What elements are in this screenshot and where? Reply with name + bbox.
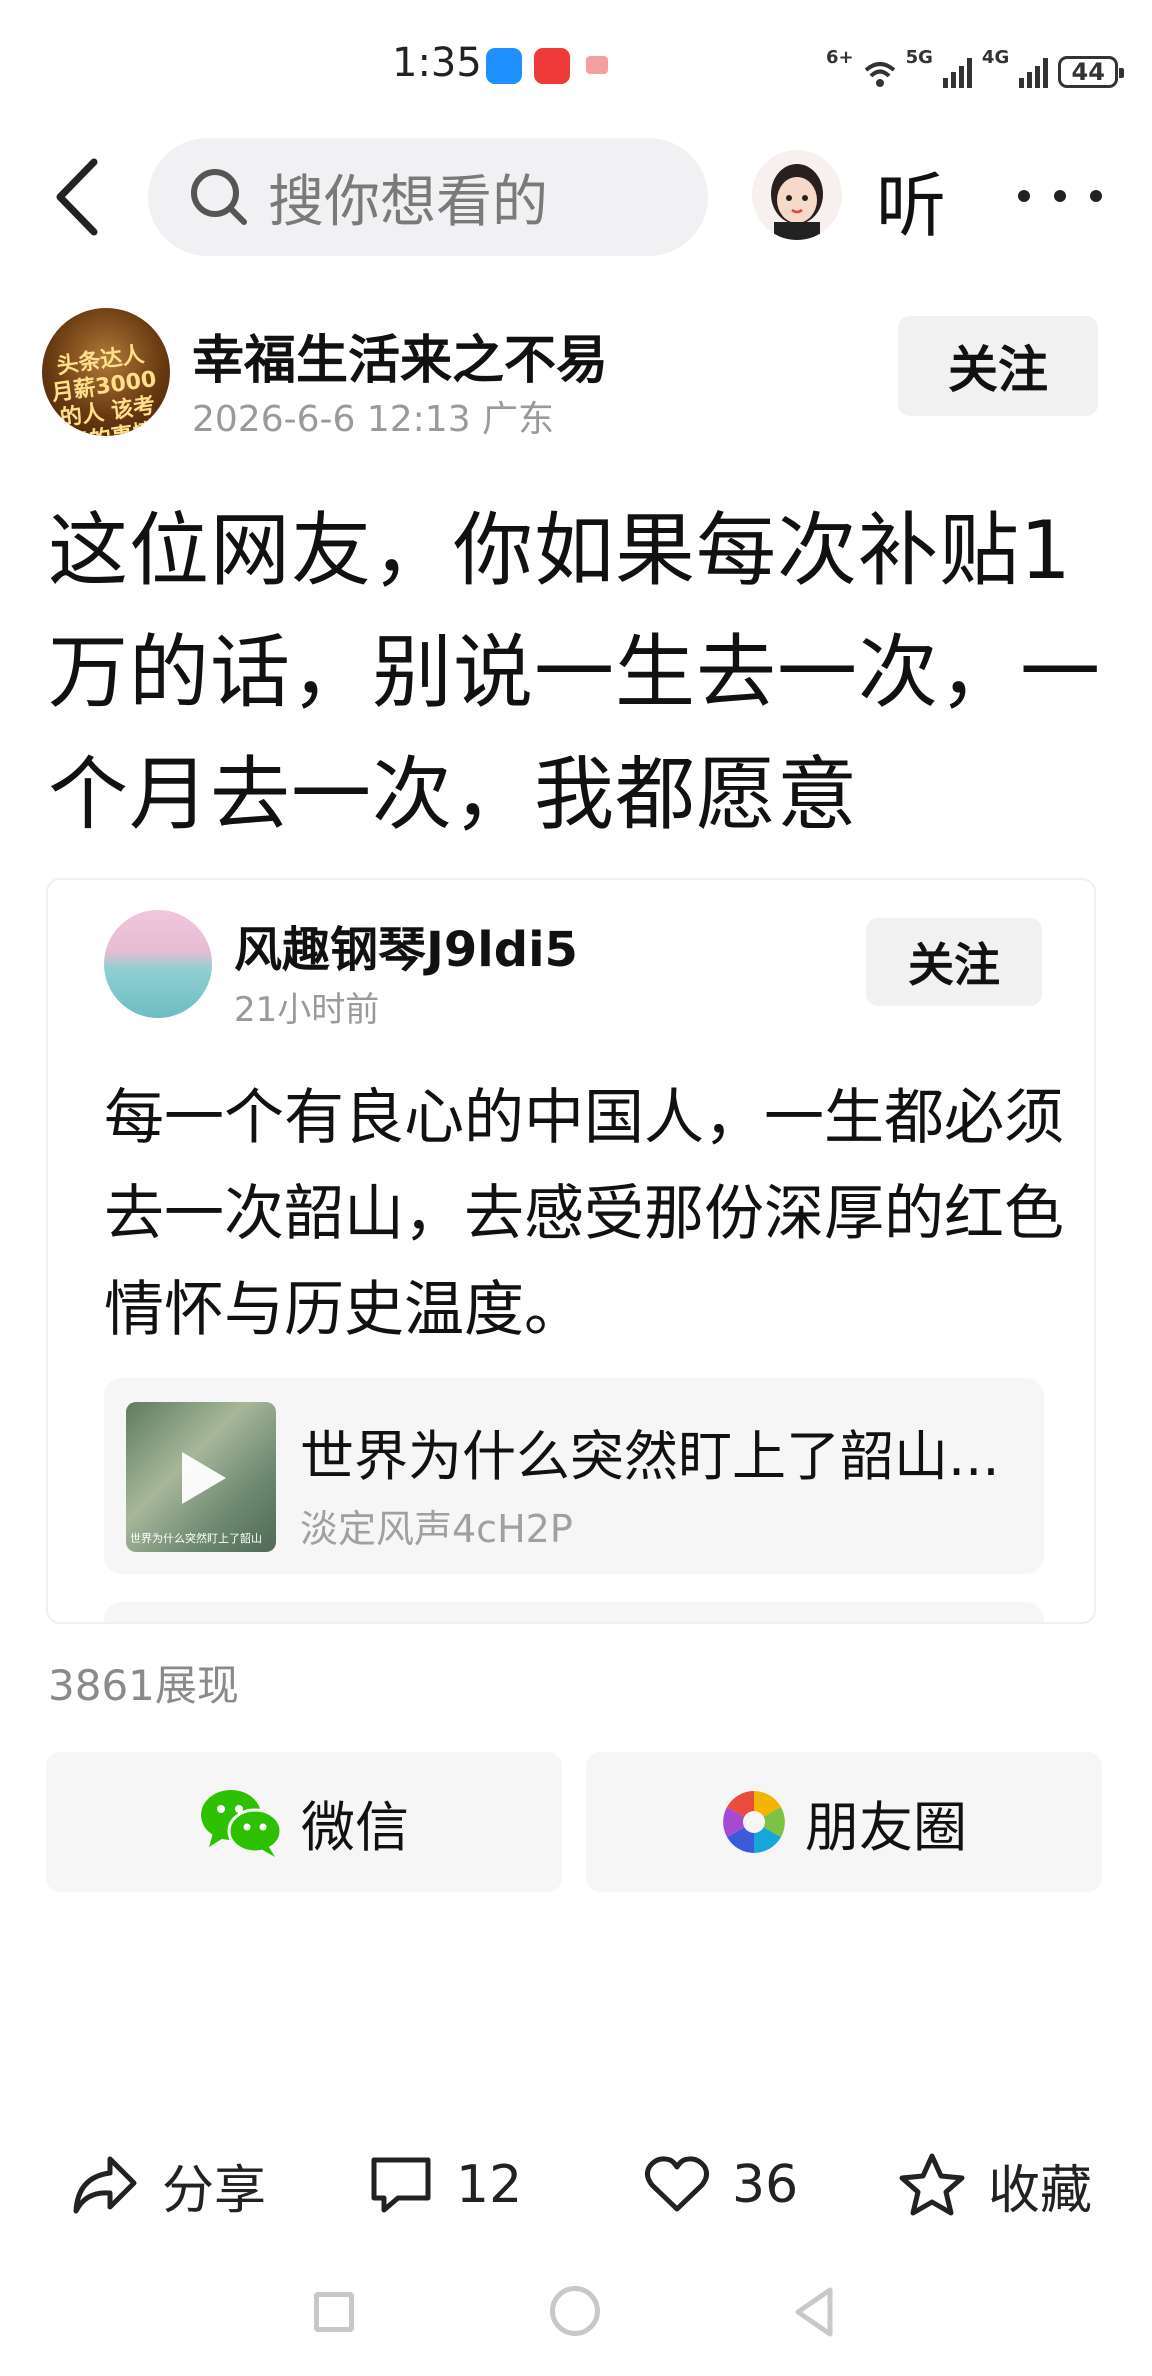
- author-avatar-text: 头条达人 月薪3000的人 该考虑的事情: [50, 342, 158, 436]
- recent-apps-button[interactable]: [314, 2292, 354, 2332]
- star-icon: [899, 2153, 965, 2216]
- quote-user-name[interactable]: 风趣钢琴J9ldi5: [234, 910, 578, 980]
- network-5g-label: 5G: [905, 47, 933, 68]
- video-title: 世界为什么突然盯上了韶山...: [300, 1425, 1000, 1488]
- play-icon: [182, 1452, 226, 1504]
- heart-icon: [644, 2156, 710, 2212]
- video-author: 淡定风声4cH2P: [300, 1507, 573, 1551]
- share-action-label: 分享: [162, 2160, 267, 2221]
- listen-button[interactable]: 听: [876, 150, 946, 251]
- moments-icon: [723, 1791, 785, 1853]
- post-meta: 2026-6-6 12:13 广东: [192, 399, 555, 440]
- battery-icon: 44: [1058, 56, 1125, 88]
- quote-follow-button[interactable]: 关注: [866, 918, 1042, 1006]
- video-card-partial[interactable]: [104, 1602, 1044, 1622]
- collect-action[interactable]: 收藏: [898, 2140, 1092, 2230]
- back-arrow-icon[interactable]: [46, 152, 116, 242]
- search-input[interactable]: 搜你想看的: [148, 138, 708, 256]
- cartoon-girl-icon: [771, 164, 823, 240]
- share-arrow-icon: [73, 2156, 137, 2214]
- video-thumb-caption: 世界为什么突然盯上了韶山: [130, 1532, 262, 1545]
- quote-text: 每一个有良心的中国人，一生都必须去一次韶山，去感受那份深厚的红色情怀与历史温度。: [104, 1083, 1064, 1345]
- share-moments-button[interactable]: 朋友圈: [586, 1752, 1102, 1892]
- quote-user-avatar[interactable]: [104, 910, 212, 1018]
- network-4g-label: 4G: [981, 47, 1010, 68]
- battery-level: 44: [1071, 58, 1105, 86]
- comment-action[interactable]: 12: [368, 2140, 522, 2230]
- wifi-label: 6+: [826, 47, 854, 68]
- quoted-post-card[interactable]: 风趣钢琴J9ldi5 21小时前 关注 每一个有良心的中国人，一生都必须去一次韶…: [46, 878, 1096, 1624]
- share-moments-label: 朋友圈: [805, 1795, 967, 1859]
- listen-avatar[interactable]: [752, 150, 842, 240]
- share-wechat-label: 微信: [301, 1795, 409, 1859]
- qq-notification-icon: [486, 48, 522, 84]
- wifi-icon: [864, 62, 895, 87]
- more-icon[interactable]: [1012, 188, 1108, 204]
- signal-5g-icon: [942, 58, 972, 88]
- signal-4g-icon: [1019, 58, 1049, 88]
- author-name[interactable]: 幸福生活来之不易: [192, 318, 608, 393]
- home-button[interactable]: [550, 2286, 600, 2336]
- like-action[interactable]: 36: [644, 2140, 798, 2230]
- status-time: 1:35: [392, 40, 482, 86]
- like-count: 36: [732, 2155, 799, 2215]
- quote-time: 21小时前: [234, 990, 380, 1030]
- video-thumbnail[interactable]: 世界为什么突然盯上了韶山: [126, 1402, 276, 1552]
- notification-icon: [586, 56, 608, 74]
- search-placeholder: 搜你想看的: [268, 169, 548, 235]
- search-icon: [191, 169, 247, 225]
- comment-count: 12: [456, 2155, 523, 2215]
- comment-icon: [371, 2157, 431, 2213]
- video-card[interactable]: 世界为什么突然盯上了韶山 世界为什么突然盯上了韶山... 淡定风声4cH2P: [104, 1378, 1044, 1574]
- author-avatar[interactable]: 头条达人 月薪3000的人 该考虑的事情: [42, 308, 170, 436]
- collect-action-label: 收藏: [988, 2160, 1093, 2221]
- share-wechat-button[interactable]: 微信: [46, 1752, 562, 1892]
- share-action[interactable]: 分享: [70, 2140, 266, 2230]
- system-back-icon[interactable]: [790, 2284, 836, 2340]
- wechat-icon: [201, 1790, 283, 1857]
- post-text: 这位网友，你如果每次补贴1万的话，别说一生去一次，一个月去一次，我都愿意: [48, 504, 1101, 841]
- view-count: 3861展现: [48, 1661, 239, 1710]
- follow-button[interactable]: 关注: [898, 316, 1098, 416]
- app-notification-icon: [534, 48, 570, 84]
- status-indicators: 6+ 5G 4G 44: [826, 44, 1125, 88]
